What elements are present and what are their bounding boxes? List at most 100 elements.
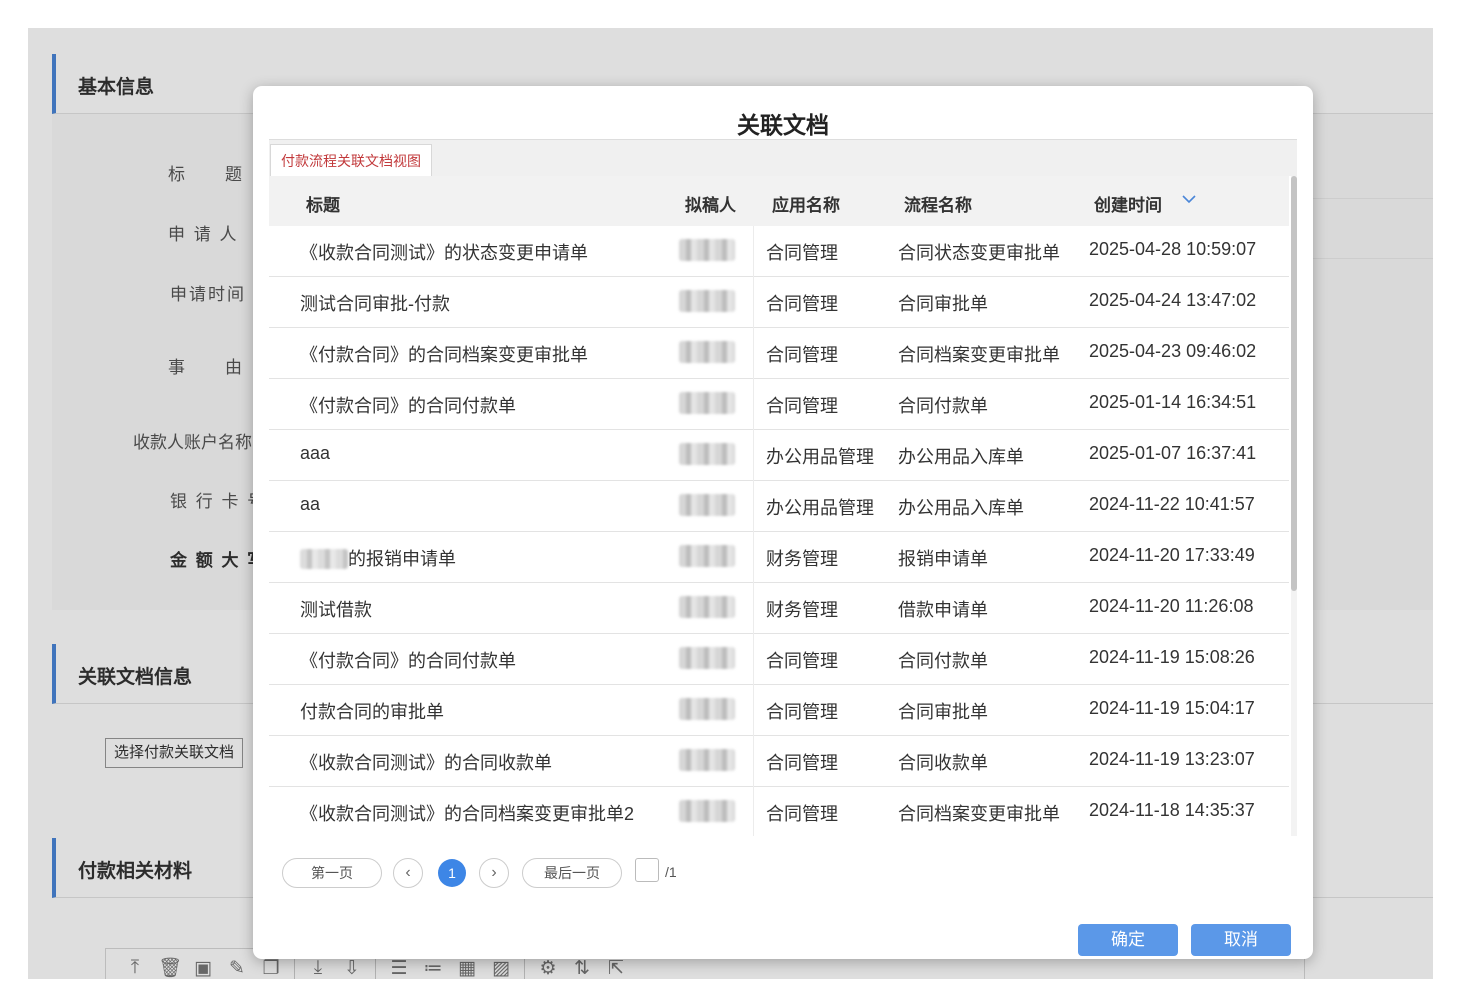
table-row[interactable]: 测试借款 财务管理 借款申请单 2024-11-20 11:26:08: [269, 583, 1289, 634]
cell-created-at: 2025-04-23 09:46:02: [1089, 341, 1257, 361]
docs-table: 标题 拟稿人 应用名称 流程名称 创建时间 《收款合同测试》的状态变更申请单合同…: [269, 176, 1297, 836]
cell-drafter-redacted: [679, 596, 735, 618]
cell-title[interactable]: 《付款合同》的合同档案变更审批单: [300, 341, 588, 367]
next-page-button[interactable]: ›: [479, 858, 509, 888]
cell-title[interactable]: 的报销申请单: [300, 545, 456, 571]
cell-created-at: 2024-11-18 14:35:37: [1089, 800, 1255, 820]
cell-flow-name: 合同档案变更审批单: [898, 804, 1060, 824]
column-header-flow-name[interactable]: 流程名称: [904, 191, 972, 216]
dialog-title: 关联文档: [737, 112, 829, 138]
cell-drafter-redacted: [679, 239, 735, 261]
cell-app-name: 合同管理: [766, 396, 838, 416]
prev-page-button[interactable]: ‹: [393, 858, 423, 888]
cell-drafter-redacted: [679, 647, 735, 669]
cell-title[interactable]: 《收款合同测试》的合同收款单: [300, 749, 552, 775]
cell-title-text: 的报销申请单: [348, 549, 456, 569]
page-total: /1: [665, 864, 677, 880]
cell-title[interactable]: 《收款合同测试》的合同档案变更审批单2: [300, 800, 634, 826]
last-page-button[interactable]: 最后一页: [522, 858, 622, 888]
page-jump-input[interactable]: [635, 858, 659, 882]
cell-created-at: 2025-04-24 13:47:02: [1089, 290, 1257, 310]
table-row[interactable]: 付款合同的审批单 合同管理 合同审批单 2024-11-19 15:04:17: [269, 685, 1289, 736]
table-row[interactable]: 《收款合同测试》的状态变更申请单 合同管理 合同状态变更审批单 2025-04-28 …: [269, 226, 1289, 277]
cell-drafter-redacted: [679, 341, 735, 363]
cell-drafter-redacted: [679, 749, 735, 771]
tab-payment-related-docs[interactable]: 付款流程关联文档视图: [270, 144, 432, 178]
pagination: 第一页 ‹ 1 › 最后一页 /1: [282, 857, 882, 889]
table-row[interactable]: aaa 办公用品管理 办公用品入库单 2025-01-07 16:37:41: [269, 430, 1289, 481]
column-divider: [753, 226, 754, 836]
cancel-button[interactable]: 取消: [1191, 924, 1291, 956]
cell-flow-name: 合同审批单: [898, 702, 988, 722]
cell-title[interactable]: 《付款合同》的合同付款单: [300, 392, 516, 418]
related-docs-dialog: 关联文档 付款流程关联文档视图 标题 拟稿人 应用名称 流程名称 创建时间 《收…: [253, 86, 1313, 959]
table-row[interactable]: 测试合同审批-付款 合同管理 合同审批单 2025-04-24 13:47:02: [269, 277, 1289, 328]
table-row[interactable]: 的报销申请单 财务管理 报销申请单 2024-11-20 17:33:49: [269, 532, 1289, 583]
cell-app-name: 合同管理: [766, 294, 838, 314]
cell-flow-name: 合同付款单: [898, 396, 988, 416]
cell-title[interactable]: aa: [300, 494, 320, 515]
column-header-app-name[interactable]: 应用名称: [772, 191, 840, 216]
column-header-drafter[interactable]: 拟稿人: [685, 191, 736, 216]
table-row[interactable]: 《付款合同》的合同付款单 合同管理 合同付款单 2024-11-19 15:08:26: [269, 634, 1289, 685]
table-row[interactable]: 《付款合同》的合同付款单 合同管理 合同付款单 2025-01-14 16:34:51: [269, 379, 1289, 430]
cell-title[interactable]: aaa: [300, 443, 330, 464]
cell-title-text: 测试合同审批-付款: [300, 294, 450, 314]
cell-app-name: 合同管理: [766, 243, 838, 263]
cell-title[interactable]: 测试合同审批-付款: [300, 290, 450, 316]
cell-app-name: 合同管理: [766, 702, 838, 722]
cell-created-at: 2024-11-20 17:33:49: [1089, 545, 1255, 565]
cell-title-text: 《收款合同测试》的合同档案变更审批单2: [300, 804, 635, 824]
cell-flow-name: 报销申请单: [898, 549, 988, 569]
chevron-down-icon[interactable]: [1180, 190, 1198, 208]
cell-created-at: 2024-11-19 13:23:07: [1089, 749, 1255, 769]
column-header-created-at[interactable]: 创建时间: [1094, 191, 1162, 216]
cell-title-text: 《付款合同》的合同付款单: [300, 396, 516, 416]
cell-created-at: 2025-01-07 16:37:41: [1089, 443, 1257, 463]
first-page-button[interactable]: 第一页: [282, 858, 382, 888]
cell-created-at: 2024-11-20 11:26:08: [1089, 596, 1254, 616]
cell-created-at: 2025-04-28 10:59:07: [1089, 239, 1257, 259]
cell-app-name: 合同管理: [766, 753, 838, 773]
table-row[interactable]: 《收款合同测试》的合同档案变更审批单2 合同管理 合同档案变更审批单 2024-11-…: [269, 787, 1289, 836]
cell-drafter-redacted: [679, 290, 735, 312]
cell-created-at: 2024-11-22 10:41:57: [1089, 494, 1255, 514]
cell-title-text: 测试借款: [300, 600, 372, 620]
cell-title-text: aaa: [300, 443, 331, 463]
cell-created-at: 2025-01-14 16:34:51: [1089, 392, 1257, 412]
cell-flow-name: 合同审批单: [898, 294, 988, 314]
scrollbar-thumb[interactable]: [1291, 176, 1297, 591]
cell-flow-name: 办公用品入库单: [898, 447, 1024, 467]
cell-app-name: 财务管理: [766, 600, 838, 620]
cell-flow-name: 合同收款单: [898, 753, 988, 773]
cell-title-text: 《收款合同测试》的状态变更申请单: [300, 243, 588, 263]
cell-title-text: 《收款合同测试》的合同收款单: [300, 753, 552, 773]
cell-drafter-redacted: [679, 698, 735, 720]
vertical-scrollbar[interactable]: [1291, 176, 1297, 836]
cell-drafter-redacted: [679, 392, 735, 414]
cell-title[interactable]: 《收款合同测试》的状态变更申请单: [300, 239, 588, 265]
cell-title[interactable]: 付款合同的审批单: [300, 698, 444, 724]
table-row[interactable]: 《付款合同》的合同档案变更审批单 合同管理 合同档案变更审批单 2025-04-23 …: [269, 328, 1289, 379]
cell-title[interactable]: 测试借款: [300, 596, 372, 622]
tab-strip: 付款流程关联文档视图: [269, 139, 1297, 178]
cell-drafter-redacted: [679, 545, 735, 567]
cell-app-name: 财务管理: [766, 549, 838, 569]
cell-flow-name: 合同档案变更审批单: [898, 345, 1060, 365]
cell-title-text: 《付款合同》的合同付款单: [300, 651, 516, 671]
current-page-indicator[interactable]: 1: [438, 859, 466, 887]
cell-drafter-redacted: [679, 443, 735, 465]
confirm-button[interactable]: 确定: [1078, 924, 1178, 956]
redacted-name: [300, 549, 348, 569]
cell-title[interactable]: 《付款合同》的合同付款单: [300, 647, 516, 673]
column-header-title[interactable]: 标题: [306, 191, 340, 216]
cell-title-text: 付款合同的审批单: [300, 702, 444, 722]
table-row[interactable]: aa 办公用品管理 办公用品入库单 2024-11-22 10:41:57: [269, 481, 1289, 532]
cell-created-at: 2024-11-19 15:08:26: [1089, 647, 1255, 667]
cell-app-name: 合同管理: [766, 345, 838, 365]
table-row[interactable]: 《收款合同测试》的合同收款单 合同管理 合同收款单 2024-11-19 13:23:…: [269, 736, 1289, 787]
cell-flow-name: 借款申请单: [898, 600, 988, 620]
cell-app-name: 合同管理: [766, 651, 838, 671]
cell-drafter-redacted: [679, 800, 735, 822]
cell-app-name: 办公用品管理: [766, 498, 874, 518]
